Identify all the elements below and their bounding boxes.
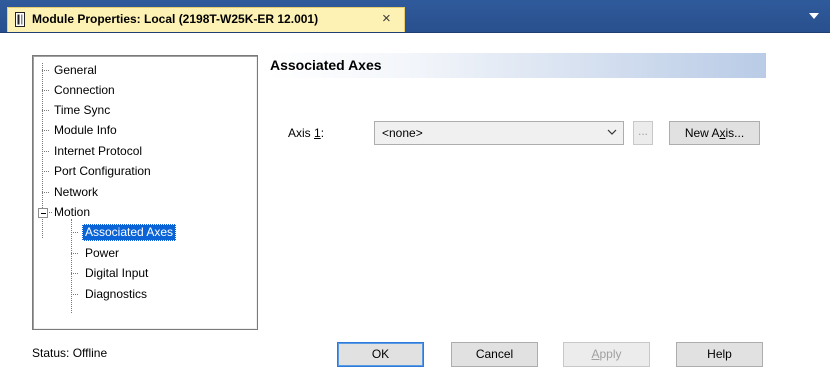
window-title: Module Properties: Local (2198T-W25K-ER … — [32, 12, 319, 26]
module-properties-window: Module Properties: Local (2198T-W25K-ER … — [0, 0, 830, 390]
new-axis-label-suffix: is... — [725, 126, 745, 140]
dialog-body: General Connection Time Sync Module Info… — [0, 33, 830, 390]
tree-item-time-sync[interactable]: Time Sync — [54, 102, 110, 119]
axis-1-select[interactable]: <none> — [374, 121, 624, 145]
module-icon — [15, 12, 25, 27]
new-axis-label-prefix: New A — [684, 126, 720, 140]
axis-1-label: Axis 1: — [288, 126, 324, 140]
browse-button[interactable]: ... — [633, 121, 653, 145]
tree-item-connection[interactable]: Connection — [54, 82, 115, 99]
document-tab[interactable]: Module Properties: Local (2198T-W25K-ER … — [7, 7, 405, 32]
tree-connector — [71, 294, 78, 295]
tree-item-diagnostics[interactable]: Diagnostics — [85, 286, 147, 303]
cancel-button[interactable]: Cancel — [451, 342, 538, 367]
tree-connector — [42, 70, 49, 71]
help-button[interactable]: Help — [676, 342, 763, 367]
tree-item-associated-axes[interactable]: Associated Axes — [82, 224, 177, 241]
tree-connector — [42, 130, 49, 131]
axis-label-prefix: Axis — [288, 126, 315, 140]
ok-button[interactable]: OK — [337, 342, 424, 367]
category-tree[interactable]: General Connection Time Sync Module Info… — [32, 55, 258, 330]
tree-item-network[interactable]: Network — [54, 184, 98, 201]
chevron-down-icon[interactable] — [806, 9, 822, 23]
apply-rest: pply — [599, 347, 622, 361]
tree-item-module-info[interactable]: Module Info — [54, 122, 117, 139]
title-bar: Module Properties: Local (2198T-W25K-ER … — [0, 0, 830, 33]
axis-label-mnemonic: 1 — [314, 126, 321, 140]
tree-item-motion[interactable]: Motion — [54, 204, 90, 221]
axis-1-value: <none> — [382, 126, 423, 140]
new-axis-button[interactable]: New Axis... — [669, 121, 760, 145]
tree-item-power[interactable]: Power — [85, 245, 119, 262]
tree-connector — [42, 151, 49, 152]
tree-item-port-configuration[interactable]: Port Configuration — [54, 163, 151, 180]
tree-connector — [71, 273, 78, 274]
tree-item-digital-input[interactable]: Digital Input — [85, 265, 148, 282]
tree-connector — [42, 90, 49, 91]
apply-mnemonic: A — [591, 347, 600, 361]
axis-label-suffix: : — [320, 126, 325, 140]
collapse-icon[interactable] — [38, 208, 48, 218]
tree-connector — [42, 192, 49, 193]
tree-item-general[interactable]: General — [54, 62, 97, 79]
section-header: Associated Axes — [268, 53, 766, 78]
tree-connector — [71, 219, 72, 313]
tree-connector — [42, 171, 49, 172]
close-icon[interactable]: × — [382, 10, 391, 27]
tree-item-internet-protocol[interactable]: Internet Protocol — [54, 143, 142, 160]
tree-connector — [42, 110, 49, 111]
tree-connector — [71, 253, 78, 254]
tree-connector — [71, 232, 78, 233]
status-text: Status: Offline — [32, 346, 108, 360]
apply-button[interactable]: Apply — [563, 342, 650, 367]
page-title: Associated Axes — [270, 57, 382, 73]
chevron-down-icon — [607, 129, 617, 135]
